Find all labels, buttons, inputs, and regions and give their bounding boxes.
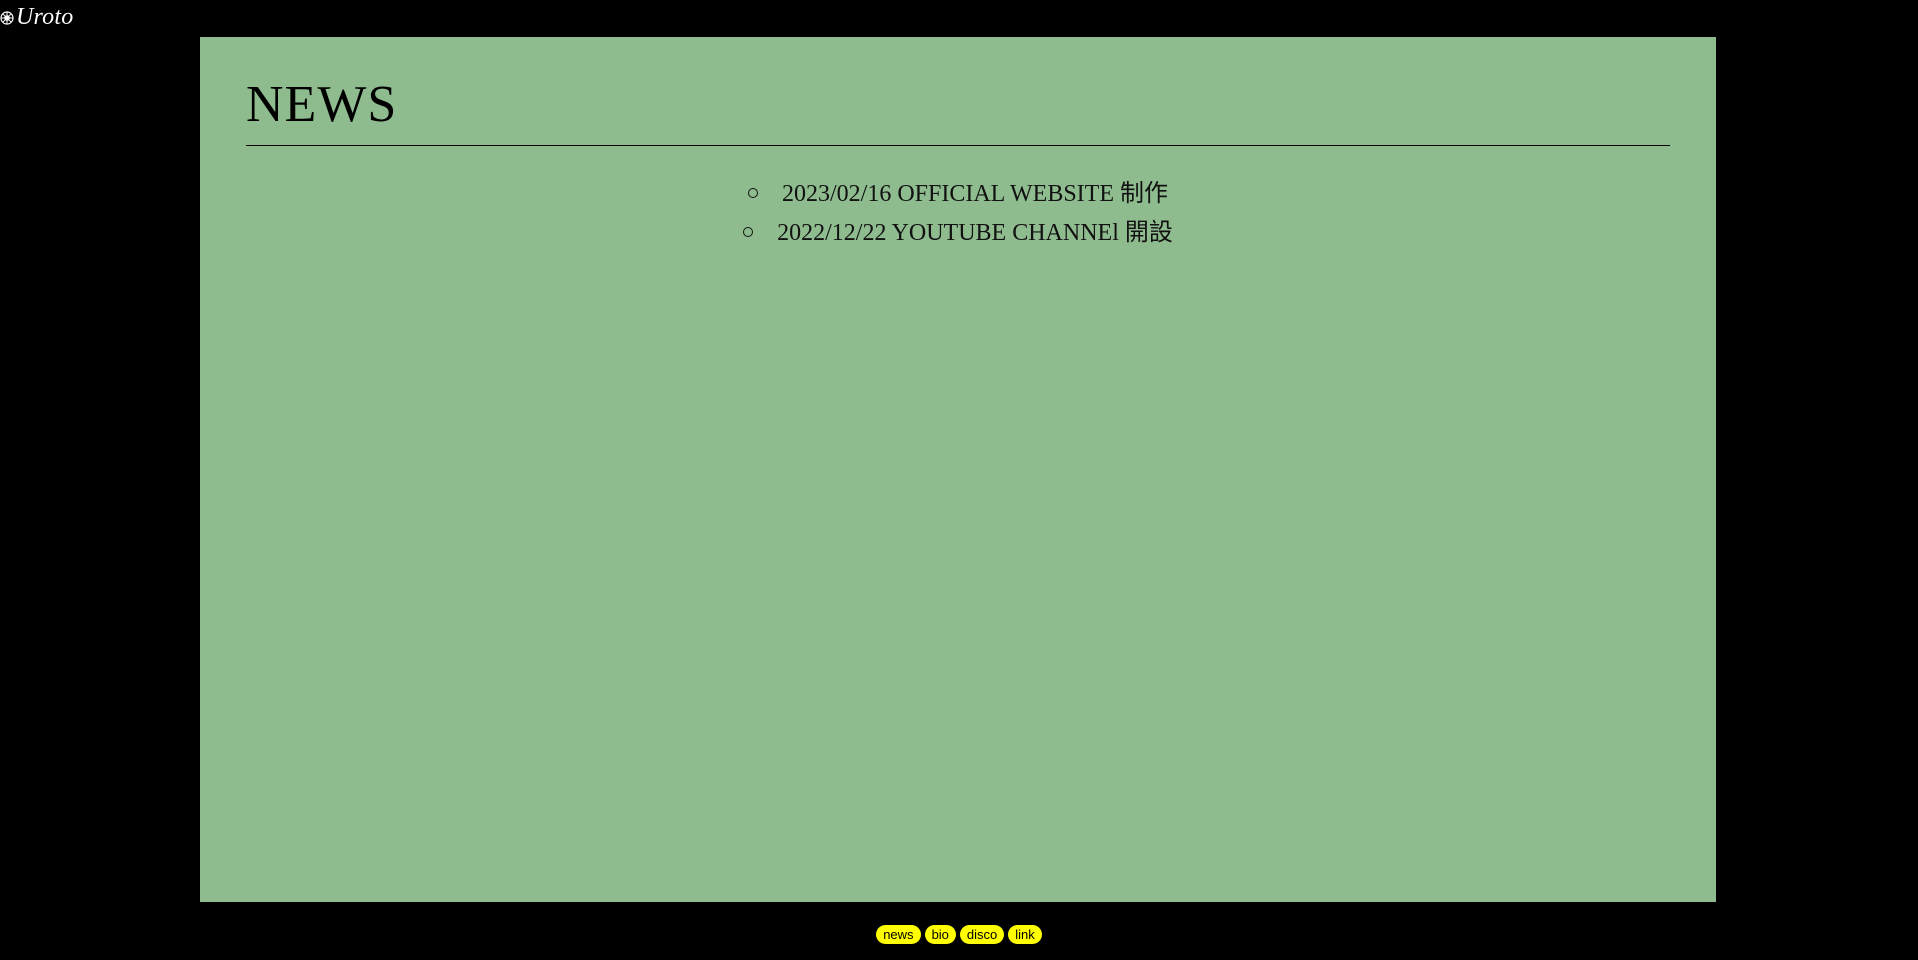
bottom-nav: news bio disco link	[0, 925, 1918, 944]
circle-bullet-icon	[743, 227, 754, 237]
news-item-text: 2022/12/22 YOUTUBE CHANNEl 開設	[777, 220, 1173, 246]
circle-bullet-icon	[747, 188, 758, 198]
page-title: NEWS	[246, 76, 398, 133]
brand-name[interactable]: Uroto	[16, 4, 73, 31]
news-list: 2023/02/16 OFFICIAL WEBSITE 制作 2022/12/2…	[200, 175, 1716, 253]
content-panel: NEWS 2023/02/16 OFFICIAL WEBSITE 制作 2022…	[200, 37, 1716, 902]
nav-link-button[interactable]: link	[1008, 925, 1042, 944]
title-divider	[246, 145, 1670, 146]
news-item-text: 2023/02/16 OFFICIAL WEBSITE 制作	[781, 181, 1168, 207]
cog-flower-icon[interactable]	[0, 11, 14, 25]
header: Uroto	[0, 0, 73, 34]
nav-disco-button[interactable]: disco	[959, 925, 1005, 944]
nav-bio-button[interactable]: bio	[924, 925, 956, 944]
news-item: 2023/02/16 OFFICIAL WEBSITE 制作	[200, 175, 1716, 214]
news-item: 2022/12/22 YOUTUBE CHANNEl 開設	[200, 214, 1716, 253]
nav-news-button[interactable]: news	[876, 925, 921, 944]
